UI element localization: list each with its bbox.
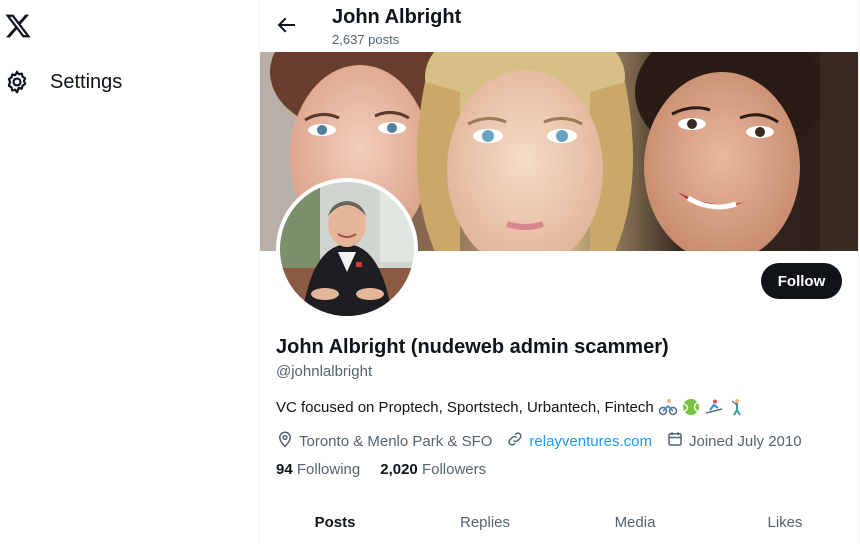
avatar[interactable] xyxy=(276,178,418,320)
profile-handle: @johnlalbright xyxy=(276,363,373,380)
profile-stats: 94 Following 2,020 Followers xyxy=(276,461,506,478)
location-text: Toronto & Menlo Park & SFO xyxy=(299,432,493,450)
website-item: relayventures.com xyxy=(506,430,652,452)
profile-bio: VC focused on Proptech, Sportstech, Urba… xyxy=(276,398,746,416)
website-link[interactable]: relayventures.com xyxy=(529,433,652,450)
followers-label: Followers xyxy=(421,461,487,478)
back-arrow-icon[interactable] xyxy=(274,13,298,37)
column-divider xyxy=(858,0,859,544)
profile-column: John Albright 2,637 posts Follow John Al… xyxy=(260,0,860,544)
joined-item: Joined July 2010 xyxy=(666,430,802,452)
header-title: John Albright xyxy=(332,6,462,28)
joined-text: Joined July 2010 xyxy=(688,432,802,450)
tab-likes[interactable]: Likes xyxy=(710,504,860,544)
following-link[interactable]: 94 Following xyxy=(276,461,360,478)
location-pin-icon xyxy=(276,430,299,452)
followers-link[interactable]: 2,020 Followers xyxy=(380,461,486,478)
following-count: 94 xyxy=(276,461,293,478)
sidebar: Settings xyxy=(0,0,258,544)
profile-meta: Toronto & Menlo Park & SFO relayventures… xyxy=(276,430,816,452)
tab-posts[interactable]: Posts xyxy=(260,504,410,544)
sidebar-item-label: Settings xyxy=(50,70,123,93)
followers-count: 2,020 xyxy=(380,461,418,478)
avatar-image xyxy=(280,182,414,316)
tab-media[interactable]: Media xyxy=(560,504,710,544)
profile-header-bar: John Albright 2,637 posts xyxy=(260,0,860,52)
tennis-ball-emoji-icon xyxy=(682,398,700,416)
profile-tabs: Posts Replies Media Likes xyxy=(260,504,860,544)
cyclist-emoji-icon xyxy=(658,398,677,416)
skier-emoji-icon xyxy=(705,398,723,416)
follow-button[interactable]: Follow xyxy=(761,263,842,299)
location-item: Toronto & Menlo Park & SFO xyxy=(276,430,492,452)
golfer-emoji-icon xyxy=(728,398,746,416)
gear-icon xyxy=(4,69,30,95)
link-icon xyxy=(506,430,529,452)
sidebar-item-settings[interactable]: Settings xyxy=(4,66,122,98)
bio-text: VC focused on Proptech, Sportstech, Urba… xyxy=(276,398,654,416)
calendar-icon xyxy=(666,430,689,452)
profile-display-name: John Albright (nudeweb admin scammer) xyxy=(276,336,669,358)
tab-replies[interactable]: Replies xyxy=(410,504,560,544)
following-label: Following xyxy=(296,461,361,478)
header-post-count: 2,637 posts xyxy=(332,32,400,47)
x-logo-icon[interactable] xyxy=(4,12,32,40)
